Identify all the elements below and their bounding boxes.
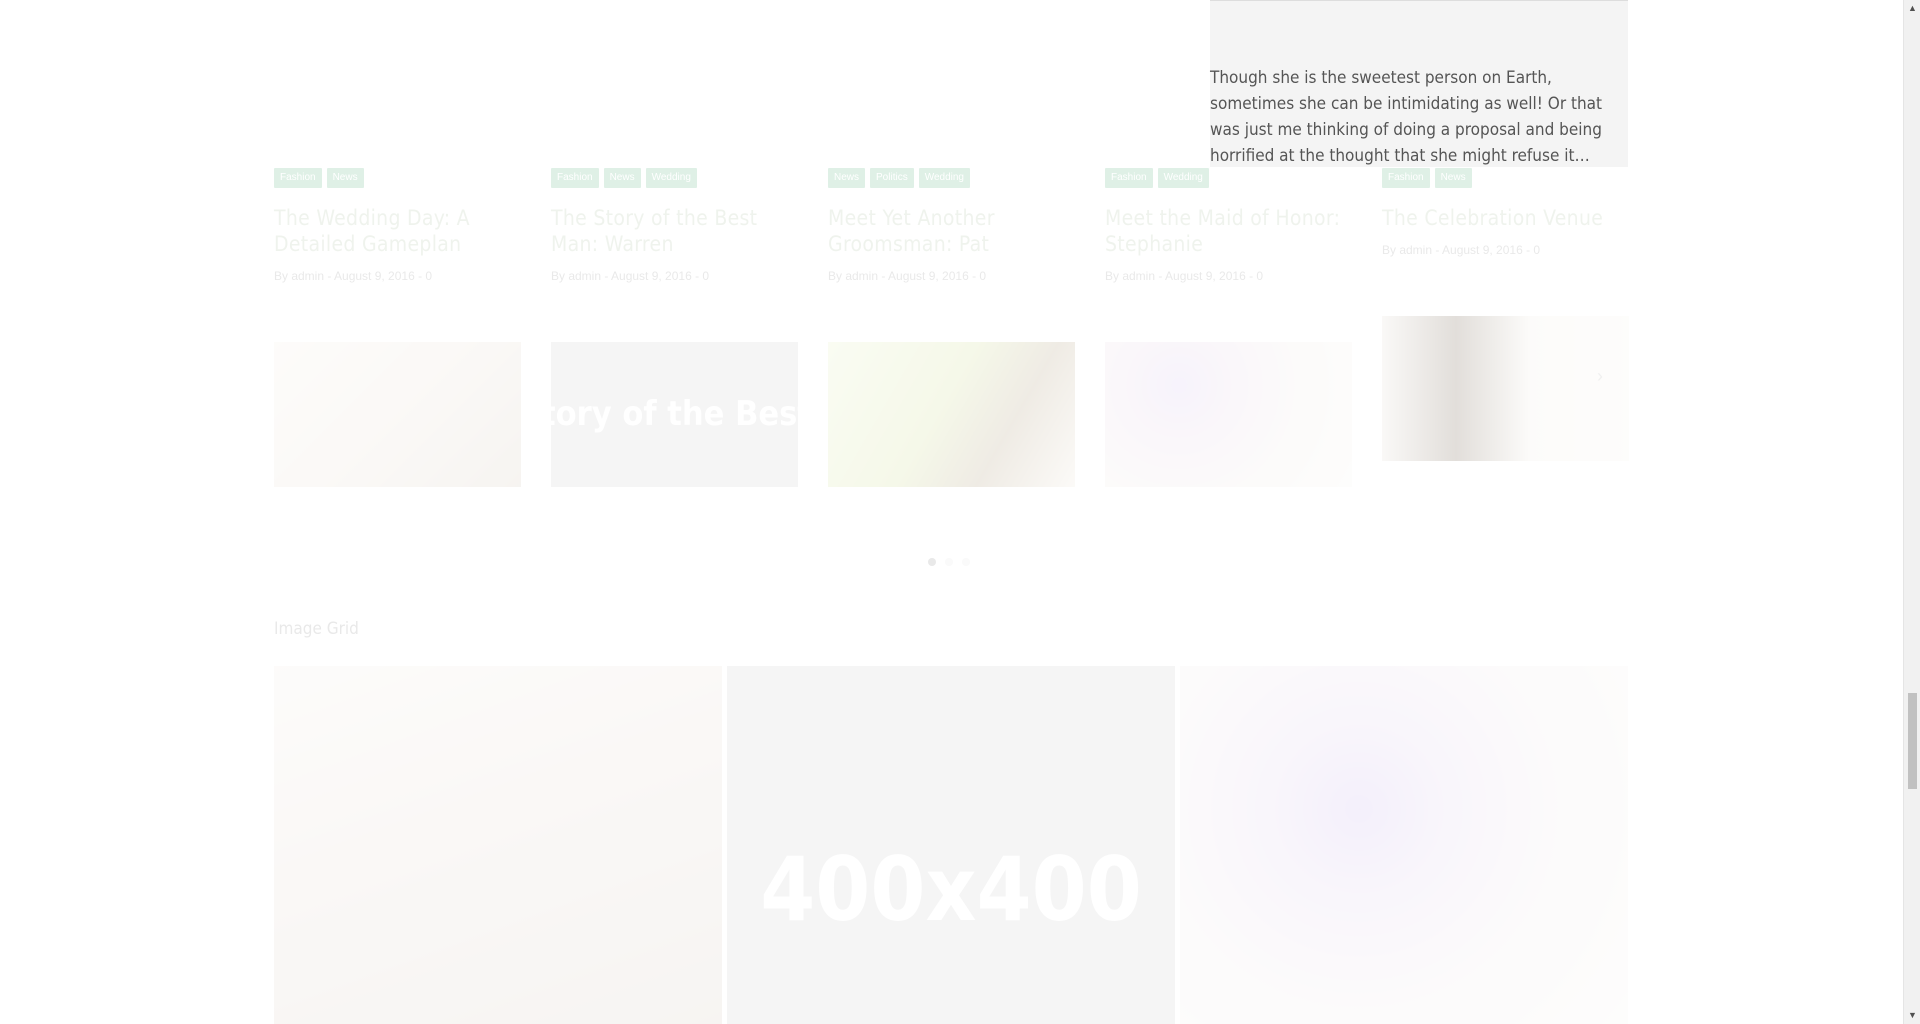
chevron-right-icon[interactable]: ›	[1597, 366, 1603, 387]
tag[interactable]: Wedding	[645, 168, 697, 188]
post-card[interactable]: Fashion News The Celebration Venue By ad…	[1382, 168, 1629, 257]
post-meta: By admin - August 9, 2016 - 0	[828, 269, 987, 283]
triangle-down-icon[interactable]: ▼	[1904, 1007, 1920, 1024]
post-card[interactable]: Fashion Wedding Meet the Maid of Honor: …	[1105, 168, 1352, 283]
triangle-up-icon[interactable]: ▲	[1904, 0, 1920, 17]
tag[interactable]: Fashion	[274, 168, 322, 188]
tag[interactable]: News	[603, 168, 641, 188]
grid-image[interactable]	[274, 666, 722, 1024]
tag[interactable]: Wedding	[918, 168, 970, 188]
post-card[interactable]: Fashion News Wedding The Story of the Be…	[551, 168, 798, 283]
post-thumbnail[interactable]	[1105, 342, 1352, 487]
post-thumbnail[interactable]	[1382, 316, 1629, 461]
post-meta: By admin - August 9, 2016 - 0	[1382, 243, 1541, 257]
post-tags: Fashion News	[274, 168, 521, 188]
tag[interactable]: News	[1434, 168, 1472, 188]
post-thumbnail[interactable]	[274, 342, 521, 487]
excerpt-text: Though she is the sweetest person on Ear…	[1210, 68, 1603, 166]
post-title[interactable]: The Story of the Best Man: Warren	[551, 205, 798, 257]
post-tags: Fashion News	[1382, 168, 1629, 188]
post-tags: News Politics Wedding	[828, 168, 1075, 188]
post-meta: By admin - August 9, 2016 - 0	[1105, 269, 1264, 283]
post-card[interactable]: News Politics Wedding Meet Yet Another G…	[828, 168, 1075, 283]
post-title[interactable]: Meet Yet Another Groomsman: Pat	[828, 205, 1075, 257]
post-tags: Fashion Wedding	[1105, 168, 1352, 188]
post-meta: By admin - August 9, 2016 - 0	[551, 269, 710, 283]
scrollbar-thumb[interactable]	[1908, 693, 1917, 789]
grid-image[interactable]: 400x400	[727, 666, 1175, 1024]
section-title: Image Grid	[274, 619, 359, 639]
tag[interactable]: Wedding	[1157, 168, 1209, 188]
tag[interactable]: Politics	[870, 168, 914, 188]
thumbnail-text: tory of the Best Man: W	[551, 394, 798, 434]
tag[interactable]: Fashion	[1105, 168, 1153, 188]
page: Fashion News The Wedding Day: A Detailed…	[0, 0, 1920, 1024]
placeholder-text: 400x400	[760, 838, 1142, 941]
post-meta: By admin - August 9, 2016 - 0	[274, 269, 433, 283]
post-title[interactable]: The Wedding Day: A Detailed Gameplan	[274, 205, 521, 257]
post-thumbnail[interactable]: tory of the Best Man: W	[551, 342, 798, 487]
post-tags: Fashion News Wedding	[551, 168, 798, 188]
post-title[interactable]: The Celebration Venue	[1382, 205, 1629, 231]
carousel-pagination	[928, 558, 970, 566]
post-excerpt-tooltip: Though she is the sweetest person on Ear…	[1210, 0, 1628, 167]
tag[interactable]: News	[828, 168, 866, 188]
post-title[interactable]: Meet the Maid of Honor: Stephanie	[1105, 205, 1352, 257]
tag[interactable]: Fashion	[551, 168, 599, 188]
pagination-dot[interactable]	[928, 558, 936, 566]
pagination-dot[interactable]	[945, 558, 953, 566]
tag[interactable]: Fashion	[1382, 168, 1430, 188]
post-thumbnail[interactable]	[828, 342, 1075, 487]
grid-image[interactable]	[1180, 666, 1628, 1024]
post-card[interactable]: Fashion News The Wedding Day: A Detailed…	[274, 168, 521, 283]
tag[interactable]: News	[326, 168, 364, 188]
vertical-scrollbar[interactable]: ▲ ▼	[1903, 0, 1920, 1024]
pagination-dot[interactable]	[962, 558, 970, 566]
